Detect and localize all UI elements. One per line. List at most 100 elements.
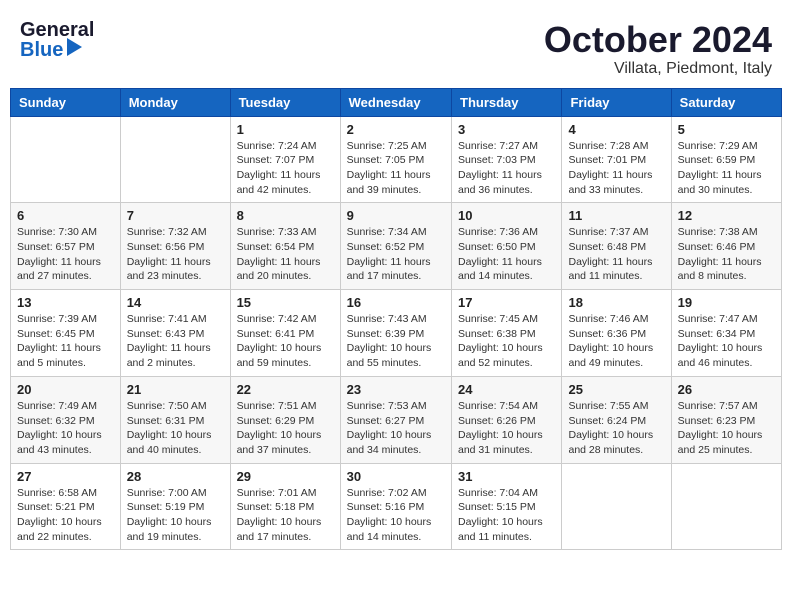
day-info: Sunrise: 7:33 AM Sunset: 6:54 PM Dayligh… xyxy=(237,225,334,284)
day-number: 30 xyxy=(347,469,445,484)
day-info: Sunrise: 7:38 AM Sunset: 6:46 PM Dayligh… xyxy=(678,225,775,284)
day-number: 18 xyxy=(568,295,664,310)
calendar-header-cell: Wednesday xyxy=(340,88,451,116)
calendar-day-cell: 21Sunrise: 7:50 AM Sunset: 6:31 PM Dayli… xyxy=(120,376,230,463)
calendar-day-cell: 31 Sunrise: 7:04 AM Sunset: 5:15 PM Dayli… xyxy=(452,463,562,550)
calendar-day-cell: 16 Sunrise: 7:43 AM Sunset: 6:39 PM Dayli… xyxy=(340,290,451,377)
day-number: 8 xyxy=(237,208,334,223)
day-info: Sunrise: 7:51 AM Sunset: 6:29 PM Dayligh… xyxy=(237,399,334,458)
calendar-day-cell: 7Sunrise: 7:32 AM Sunset: 6:56 PM Daylig… xyxy=(120,203,230,290)
day-number: 6 xyxy=(17,208,114,223)
calendar-day-cell: 12 Sunrise: 7:38 AM Sunset: 6:46 PM Dayli… xyxy=(671,203,781,290)
calendar-day-cell: 17 Sunrise: 7:45 AM Sunset: 6:38 PM Dayli… xyxy=(452,290,562,377)
calendar-day-cell: 23 Sunrise: 7:53 AM Sunset: 6:27 PM Dayli… xyxy=(340,376,451,463)
calendar-day-cell xyxy=(562,463,671,550)
day-info: Sunrise: 7:57 AM Sunset: 6:23 PM Dayligh… xyxy=(678,399,775,458)
day-info: Sunrise: 7:41 AM Sunset: 6:43 PM Dayligh… xyxy=(127,312,224,371)
page-header: General Blue October 2024 Villata, Piedm… xyxy=(10,10,782,83)
day-info: Sunrise: 7:34 AM Sunset: 6:52 PM Dayligh… xyxy=(347,225,445,284)
day-info: Sunrise: 7:49 AM Sunset: 6:32 PM Dayligh… xyxy=(17,399,114,458)
day-number: 16 xyxy=(347,295,445,310)
month-title: October 2024 xyxy=(544,20,772,60)
calendar-day-cell: 28 Sunrise: 7:00 AM Sunset: 5:19 PM Dayli… xyxy=(120,463,230,550)
calendar-day-cell: 13 Sunrise: 7:39 AM Sunset: 6:45 PM Dayli… xyxy=(11,290,121,377)
calendar-header-cell: Tuesday xyxy=(230,88,340,116)
day-info: Sunrise: 7:32 AM Sunset: 6:56 PM Dayligh… xyxy=(127,225,224,284)
calendar-day-cell: 27Sunrise: 6:58 AM Sunset: 5:21 PM Dayli… xyxy=(11,463,121,550)
calendar-day-cell: 15Sunrise: 7:42 AM Sunset: 6:41 PM Dayli… xyxy=(230,290,340,377)
day-number: 9 xyxy=(347,208,445,223)
title-section: October 2024 Villata, Piedmont, Italy xyxy=(544,20,772,78)
calendar-day-cell: 26 Sunrise: 7:57 AM Sunset: 6:23 PM Dayli… xyxy=(671,376,781,463)
logo-blue-text: Blue xyxy=(20,40,63,60)
day-info: Sunrise: 7:42 AM Sunset: 6:41 PM Dayligh… xyxy=(237,312,334,371)
day-number: 1 xyxy=(237,122,334,137)
day-info: Sunrise: 7:55 AM Sunset: 6:24 PM Dayligh… xyxy=(568,399,664,458)
day-info: Sunrise: 7:27 AM Sunset: 7:03 PM Dayligh… xyxy=(458,139,555,198)
calendar-header-row: SundayMondayTuesdayWednesdayThursdayFrid… xyxy=(11,88,782,116)
day-number: 24 xyxy=(458,382,555,397)
calendar-week-row: 27Sunrise: 6:58 AM Sunset: 5:21 PM Dayli… xyxy=(11,463,782,550)
day-info: Sunrise: 7:36 AM Sunset: 6:50 PM Dayligh… xyxy=(458,225,555,284)
day-number: 12 xyxy=(678,208,775,223)
calendar-day-cell: 2 Sunrise: 7:25 AM Sunset: 7:05 PM Daylig… xyxy=(340,116,451,203)
calendar-day-cell: 30 Sunrise: 7:02 AM Sunset: 5:16 PM Dayli… xyxy=(340,463,451,550)
day-info: Sunrise: 7:29 AM Sunset: 6:59 PM Dayligh… xyxy=(678,139,775,198)
calendar-day-cell: 25 Sunrise: 7:55 AM Sunset: 6:24 PM Dayli… xyxy=(562,376,671,463)
calendar-header-cell: Thursday xyxy=(452,88,562,116)
day-number: 3 xyxy=(458,122,555,137)
day-info: Sunrise: 7:45 AM Sunset: 6:38 PM Dayligh… xyxy=(458,312,555,371)
day-number: 25 xyxy=(568,382,664,397)
day-info: Sunrise: 7:04 AM Sunset: 5:15 PM Dayligh… xyxy=(458,486,555,545)
day-info: Sunrise: 7:25 AM Sunset: 7:05 PM Dayligh… xyxy=(347,139,445,198)
day-info: Sunrise: 7:43 AM Sunset: 6:39 PM Dayligh… xyxy=(347,312,445,371)
calendar-day-cell: 19Sunrise: 7:47 AM Sunset: 6:34 PM Dayli… xyxy=(671,290,781,377)
calendar-week-row: 20 Sunrise: 7:49 AM Sunset: 6:32 PM Dayli… xyxy=(11,376,782,463)
logo-chevron-icon xyxy=(67,38,82,56)
calendar-day-cell: 8 Sunrise: 7:33 AM Sunset: 6:54 PM Daylig… xyxy=(230,203,340,290)
logo-general-text: General xyxy=(20,20,94,40)
calendar-day-cell: 3 Sunrise: 7:27 AM Sunset: 7:03 PM Daylig… xyxy=(452,116,562,203)
calendar-day-cell: 5 Sunrise: 7:29 AM Sunset: 6:59 PM Daylig… xyxy=(671,116,781,203)
calendar-day-cell: 18 Sunrise: 7:46 AM Sunset: 6:36 PM Dayli… xyxy=(562,290,671,377)
calendar-table: SundayMondayTuesdayWednesdayThursdayFrid… xyxy=(10,88,782,551)
day-number: 5 xyxy=(678,122,775,137)
day-info: Sunrise: 7:28 AM Sunset: 7:01 PM Dayligh… xyxy=(568,139,664,198)
day-number: 31 xyxy=(458,469,555,484)
day-number: 14 xyxy=(127,295,224,310)
location-subtitle: Villata, Piedmont, Italy xyxy=(544,60,772,78)
calendar-day-cell: 14 Sunrise: 7:41 AM Sunset: 6:43 PM Dayli… xyxy=(120,290,230,377)
calendar-day-cell: 24Sunrise: 7:54 AM Sunset: 6:26 PM Dayli… xyxy=(452,376,562,463)
day-info: Sunrise: 7:00 AM Sunset: 5:19 PM Dayligh… xyxy=(127,486,224,545)
calendar-day-cell: 9 Sunrise: 7:34 AM Sunset: 6:52 PM Daylig… xyxy=(340,203,451,290)
day-number: 21 xyxy=(127,382,224,397)
day-number: 20 xyxy=(17,382,114,397)
day-number: 28 xyxy=(127,469,224,484)
calendar-day-cell xyxy=(671,463,781,550)
calendar-day-cell: 11Sunrise: 7:37 AM Sunset: 6:48 PM Dayli… xyxy=(562,203,671,290)
calendar-header-cell: Monday xyxy=(120,88,230,116)
day-number: 23 xyxy=(347,382,445,397)
day-number: 10 xyxy=(458,208,555,223)
calendar-header-cell: Sunday xyxy=(11,88,121,116)
day-number: 27 xyxy=(17,469,114,484)
day-info: Sunrise: 7:02 AM Sunset: 5:16 PM Dayligh… xyxy=(347,486,445,545)
logo: General Blue xyxy=(20,20,94,60)
day-number: 13 xyxy=(17,295,114,310)
calendar-day-cell: 4 Sunrise: 7:28 AM Sunset: 7:01 PM Daylig… xyxy=(562,116,671,203)
day-info: Sunrise: 7:46 AM Sunset: 6:36 PM Dayligh… xyxy=(568,312,664,371)
day-info: Sunrise: 7:30 AM Sunset: 6:57 PM Dayligh… xyxy=(17,225,114,284)
day-number: 26 xyxy=(678,382,775,397)
day-info: Sunrise: 7:53 AM Sunset: 6:27 PM Dayligh… xyxy=(347,399,445,458)
calendar-day-cell xyxy=(120,116,230,203)
calendar-week-row: 13 Sunrise: 7:39 AM Sunset: 6:45 PM Dayli… xyxy=(11,290,782,377)
day-number: 2 xyxy=(347,122,445,137)
calendar-header-cell: Saturday xyxy=(671,88,781,116)
calendar-day-cell: 1Sunrise: 7:24 AM Sunset: 7:07 PM Daylig… xyxy=(230,116,340,203)
day-info: Sunrise: 7:47 AM Sunset: 6:34 PM Dayligh… xyxy=(678,312,775,371)
day-number: 4 xyxy=(568,122,664,137)
calendar-body: 1Sunrise: 7:24 AM Sunset: 7:07 PM Daylig… xyxy=(11,116,782,550)
day-info: Sunrise: 7:39 AM Sunset: 6:45 PM Dayligh… xyxy=(17,312,114,371)
day-number: 17 xyxy=(458,295,555,310)
day-number: 11 xyxy=(568,208,664,223)
